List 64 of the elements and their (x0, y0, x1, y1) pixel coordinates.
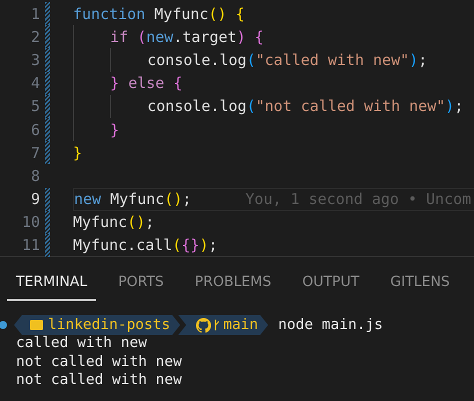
code-token: ; (208, 236, 218, 254)
line-number: 6 (30, 120, 40, 139)
terminal-command: node main.js (278, 316, 383, 334)
line-number: 11 (20, 236, 40, 254)
code-token: ) (236, 28, 246, 46)
code-token: "not called with new" (256, 97, 446, 116)
status-dot-icon (0, 321, 7, 329)
code-token: ; (182, 190, 192, 208)
code-token: Myfunc (73, 213, 128, 232)
code-token: Myfunc (154, 4, 208, 23)
code-token: {} (181, 236, 200, 254)
terminal-output: called with new (15, 334, 148, 352)
code-token: console.log (147, 97, 247, 116)
blame-annotation: You, 1 second ago • Uncom (245, 190, 472, 208)
code-token: () (164, 190, 182, 208)
line-number: 2 (30, 28, 40, 46)
code-token: console.log (147, 50, 247, 69)
panel-tab[interactable]: GITLENS (381, 271, 459, 301)
code-token: "called with new" (256, 50, 410, 69)
code-token: if (110, 28, 128, 46)
line-number: 5 (30, 97, 40, 116)
code-token: function (73, 4, 146, 23)
code-token: { (173, 74, 182, 92)
code-token: ; (418, 50, 428, 69)
line-number: 3 (30, 50, 40, 69)
line-number: 4 (30, 74, 40, 92)
terminal-output: not called with new (15, 371, 183, 390)
code-token: Myfunc (110, 190, 164, 208)
panel-tab[interactable]: OUTPUT (293, 271, 368, 301)
github-icon (196, 318, 212, 332)
panel-tab[interactable]: PORTS (109, 271, 173, 301)
line-number: 1 (30, 4, 40, 23)
branch-segment: main (178, 315, 268, 335)
panel-tab[interactable]: PROBLEMS (186, 271, 280, 301)
branch-icon (214, 318, 220, 332)
code-token: Myfunc.call (73, 236, 172, 254)
code-token: ; (454, 97, 464, 116)
code-token: ( (246, 50, 256, 69)
code-token: () (208, 4, 227, 23)
code-token: { (236, 4, 245, 23)
folder-segment: linkedin-posts (14, 315, 180, 335)
line-number: 9 (30, 190, 40, 208)
code-token: { (254, 28, 264, 46)
line-number: 10 (20, 213, 40, 232)
panel-tab[interactable]: TERMINAL (7, 271, 96, 301)
code-token: new (74, 190, 102, 208)
code-token: .target (173, 28, 237, 46)
code-token: () (127, 213, 146, 232)
code-token: ( (246, 97, 256, 116)
code-token: new (146, 28, 174, 46)
code-token: } (110, 120, 120, 139)
line-number: 7 (30, 144, 40, 162)
folder-icon (30, 320, 43, 330)
code-token: ( (172, 236, 182, 254)
line-number: 8 (30, 166, 40, 185)
code-token: else (128, 74, 164, 92)
terminal-output: not called with new (15, 352, 183, 371)
code-token: ) (199, 236, 208, 254)
code-token: ) (409, 50, 418, 69)
code-token: ; (145, 213, 154, 232)
code-token: } (73, 144, 82, 162)
code-token: ) (445, 97, 454, 116)
code-token: ( (137, 28, 146, 46)
code-token: } (110, 74, 120, 92)
